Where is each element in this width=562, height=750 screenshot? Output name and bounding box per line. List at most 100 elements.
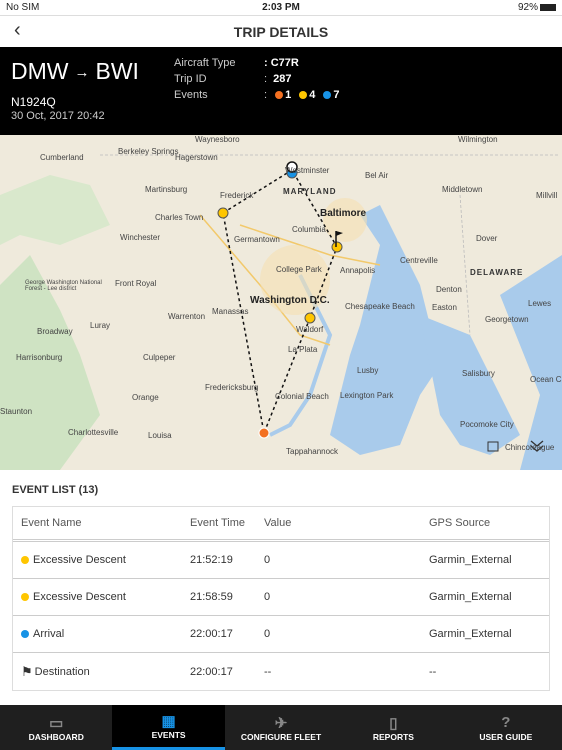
event-time: 21:58:59 [190,591,233,603]
tab-label: USER GUIDE [479,731,533,742]
gps-source: Garmin_External [429,628,512,640]
map-label: Ocean C [530,375,562,384]
map-label: Tappahannock [286,447,339,456]
map-label: Winchester [120,233,161,242]
document-icon: ▯ [389,714,398,732]
map-label: Annapolis [340,266,376,275]
tab-events[interactable]: ▦ EVENTS [112,705,225,750]
tab-label: EVENTS [151,730,186,740]
map-label: Front Royal [115,279,157,288]
gps-source: Garmin_External [429,554,512,566]
map-label: Chincoteague [505,443,555,452]
table-row[interactable]: ⚑ Destination 22:00:17 -- -- [13,653,549,690]
yellow-dot-icon [21,593,29,601]
map-label: Berkeley Springs [118,147,179,156]
map-label: Orange [132,393,159,402]
trip-id-value: 287 [273,73,292,85]
page-title: TRIP DETAILS [233,23,329,40]
map-label: Baltimore [320,208,367,219]
event-marker-yellow[interactable] [304,312,316,324]
map-label: Waldorf [296,325,324,334]
event-time: 22:00:17 [190,665,233,678]
event-marker-orange[interactable] [258,427,270,439]
map-label: Denton [436,285,462,294]
map-label: Pocomoke City [460,420,514,429]
event-name: Arrival [33,628,65,640]
trip-header: DMW → BWI N1924Q 30 Oct, 2017 20:42 Aircra… [0,47,562,135]
map-label: La Plata [288,345,318,354]
event-time: 22:00:17 [190,628,233,640]
map-label: Westminster [285,166,330,175]
trip-route: DMW → BWI [11,58,139,84]
table-header: Event Name Event Time Value GPS Source [13,507,549,542]
map-label: Centreville [400,256,438,265]
map-label: Washington D.C. [250,295,330,306]
event-table: Event Name Event Time Value GPS Source E… [12,506,550,691]
back-chevron-icon[interactable]: ‹ [14,19,21,42]
map-label: Easton [432,303,457,312]
map-label: Millvill [536,191,558,200]
event-count-dot-icon [299,91,308,99]
flag-icon: ⚑ [21,663,33,679]
map-label: Hagerstown [175,153,218,162]
event-name-cell: Excessive Descent [13,554,190,566]
blue-dot-icon [21,630,29,638]
event-time: 21:52:19 [190,554,233,566]
map-label: Lusby [357,366,379,375]
question-icon: ? [501,713,511,731]
events-label: Events [174,89,208,101]
map-label: Lewes [528,299,552,308]
tab-label: REPORTS [372,731,414,742]
trip-id-label: Trip ID [174,73,207,85]
map-label: Charles Town [155,213,204,222]
tab-label: CONFIGURE FLEET [240,731,322,742]
event-count: 7 [333,89,340,101]
map-label: Broadway [37,327,73,336]
map-label: Martinsburg [145,185,188,194]
event-count: 4 [309,89,316,101]
event-marker-yellow[interactable] [331,241,343,253]
table-row[interactable]: Arrival 22:00:17 0 Garmin_External [13,616,549,653]
event-name-cell: Excessive Descent [13,591,190,603]
event-value: 0 [264,591,271,603]
map-label: Frederick [220,191,254,200]
map-label: George Washington National Forest - Lee … [25,280,102,292]
map-label: Louisa [148,431,172,440]
aircraft-icon: ✈ [274,714,288,732]
map-label: Manassas [212,307,249,316]
tab-user-guide[interactable]: ? USER GUIDE [450,705,562,750]
event-name-cell: Arrival [13,628,190,640]
map-label: Luray [90,321,111,330]
trip-date: 30 Oct, 2017 20:42 [11,110,105,122]
event-name: Destination [34,665,90,678]
clock: 2:03 PM [262,2,300,13]
map-label: Warrenton [168,312,206,321]
event-count: 1 [285,89,292,101]
tab-label: DASHBOARD [28,731,84,742]
event-counts: :147 [264,89,340,101]
tab-dashboard[interactable]: ▭ DASHBOARD [0,705,112,750]
map-label: Staunton [0,407,33,416]
gps-source: Garmin_External [429,591,512,603]
map-label: Fredericksburg [205,383,259,392]
table-row[interactable]: Excessive Descent 21:58:59 0 Garmin_Externa… [13,579,549,616]
table-row[interactable]: Excessive Descent 21:52:19 0 Garmin_Externa… [13,542,549,579]
event-marker-yellow[interactable] [217,207,229,219]
trip-map[interactable]: Waynesboro Berkeley Springs Hagerstown West… [0,135,562,470]
event-count-dot-icon [275,91,284,99]
tab-configure-fleet[interactable]: ✈ CONFIGURE FLEET [225,705,337,750]
tab-reports[interactable]: ▯ REPORTS [337,705,449,750]
map-label: Chesapeake Beach [345,302,415,311]
event-list-title: EVENT LIST (13) [12,484,99,496]
gps-source: -- [429,665,437,678]
event-value: 0 [264,554,271,566]
map-label: Culpeper [143,353,176,362]
map-label: Middletown [442,185,483,194]
tail-number: N1924Q [11,95,56,109]
event-name: Excessive Descent [33,591,126,603]
map-label: Bel Air [365,171,389,180]
map-label: Wilmington [458,135,498,144]
arrow-right-icon: → [74,64,90,82]
map-label: Dover [476,234,498,243]
event-name-cell: ⚑ Destination [13,664,190,680]
